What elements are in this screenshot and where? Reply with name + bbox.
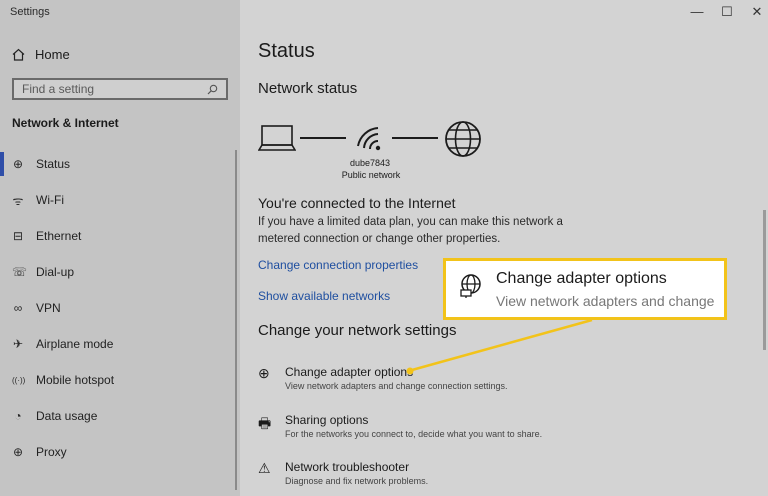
- sidebar-item-wifi[interactable]: ᯤ Wi-Fi: [0, 182, 236, 218]
- laptop-icon: [258, 125, 296, 151]
- sidebar-item-proxy[interactable]: ⊕ Proxy: [0, 434, 236, 470]
- sidebar-item-label: Proxy: [36, 445, 67, 459]
- sidebar-item-data-usage[interactable]: ◔ Data usage: [0, 398, 236, 434]
- network-name: dube7843: [349, 158, 391, 168]
- adapter-icon: ⊕: [258, 365, 270, 381]
- network-status-heading: Network status: [258, 80, 358, 97]
- page-title: Status: [258, 40, 315, 62]
- ethernet-icon: ⊟: [12, 229, 24, 243]
- globe-icon: ⊕: [12, 157, 24, 171]
- airplane-icon: ✈: [12, 337, 24, 351]
- option-title: Sharing options: [285, 413, 369, 427]
- callout-title: Change adapter options: [496, 270, 667, 287]
- window-controls: — ☐ ✕: [690, 4, 764, 20]
- sidebar-item-ethernet[interactable]: ⊟ Ethernet: [0, 218, 236, 254]
- section-heading: Network & Internet: [12, 116, 119, 130]
- sidebar-item-label: Ethernet: [36, 229, 82, 243]
- home-link[interactable]: Home: [12, 44, 70, 64]
- adapter-globe-icon: [460, 274, 481, 298]
- sidebar-item-label: Status: [36, 157, 71, 171]
- sidebar: Settings Home Find a setting Network & I…: [0, 0, 240, 496]
- sharing-icon: 🖶: [258, 415, 272, 431]
- hotspot-icon: ((·)): [12, 375, 26, 385]
- wifi-icon: ᯤ: [12, 193, 24, 208]
- close-button[interactable]: ✕: [750, 4, 764, 20]
- search-placeholder: Find a setting: [22, 82, 95, 96]
- sidebar-item-label: Mobile hotspot: [36, 373, 115, 387]
- connection-status-description: If you have a limited data plan, you can…: [258, 216, 563, 245]
- minimize-button[interactable]: —: [690, 4, 704, 20]
- data-usage-icon: ◔: [14, 409, 22, 423]
- network-diagram: dube7843 Public network: [258, 120, 498, 180]
- sidebar-nav: ⊕ Status ᯤ Wi-Fi ⊟ Ethernet ☏ Dial-up ∞ …: [0, 146, 236, 470]
- search-input[interactable]: Find a setting: [12, 78, 228, 100]
- change-adapter-options-item[interactable]: ⊕ Change adapter options View network ad…: [258, 365, 558, 397]
- sidebar-item-label: VPN: [36, 301, 61, 315]
- search-icon: [207, 84, 218, 94]
- adapter-options-callout: Change adapter options View network adap…: [443, 258, 727, 320]
- sidebar-item-label: Data usage: [36, 409, 98, 423]
- change-connection-properties-link[interactable]: Change connection properties: [258, 258, 418, 272]
- wifi-signal-icon: [357, 127, 381, 151]
- dialup-icon: ☏: [12, 265, 28, 279]
- network-troubleshooter-item[interactable]: ⚠ Network troubleshooter Diagnose and fi…: [258, 460, 558, 492]
- network-type: Public network: [341, 170, 401, 180]
- connection-line: [392, 137, 438, 139]
- option-title: Change adapter options: [285, 365, 414, 379]
- sharing-options-item[interactable]: 🖶 Sharing options For the networks you c…: [258, 413, 558, 445]
- connection-line: [300, 137, 346, 139]
- maximize-button[interactable]: ☐: [720, 4, 734, 20]
- sidebar-item-vpn[interactable]: ∞ VPN: [0, 290, 236, 326]
- change-settings-heading: Change your network settings: [258, 322, 457, 339]
- internet-globe-icon: [445, 121, 481, 157]
- home-label: Home: [35, 46, 70, 62]
- app-title: Settings: [10, 6, 50, 18]
- option-description: For the networks you connect to, decide …: [285, 429, 543, 439]
- sidebar-item-dialup[interactable]: ☏ Dial-up: [0, 254, 236, 290]
- sidebar-scrollbar[interactable]: [235, 150, 237, 490]
- show-available-networks-link[interactable]: Show available networks: [258, 289, 390, 303]
- main-scrollbar[interactable]: [763, 210, 766, 350]
- sidebar-item-status[interactable]: ⊕ Status: [0, 146, 236, 182]
- vpn-icon: ∞: [13, 301, 23, 315]
- sidebar-item-airplane-mode[interactable]: ✈ Airplane mode: [0, 326, 236, 362]
- option-title: Network troubleshooter: [285, 460, 410, 474]
- sidebar-item-label: Airplane mode: [36, 337, 114, 351]
- sidebar-item-label: Wi-Fi: [36, 193, 64, 207]
- callout-description: View network adapters and change: [496, 293, 715, 309]
- home-icon: [12, 48, 25, 61]
- option-description: View network adapters and change connect…: [285, 381, 508, 391]
- warning-icon: ⚠: [258, 460, 271, 476]
- connection-status-heading: You're connected to the Internet: [258, 195, 456, 211]
- sidebar-item-mobile-hotspot[interactable]: ((·)) Mobile hotspot: [0, 362, 236, 398]
- proxy-icon: ⊕: [12, 445, 24, 459]
- sidebar-item-label: Dial-up: [36, 265, 75, 279]
- option-description: Diagnose and fix network problems.: [285, 476, 429, 486]
